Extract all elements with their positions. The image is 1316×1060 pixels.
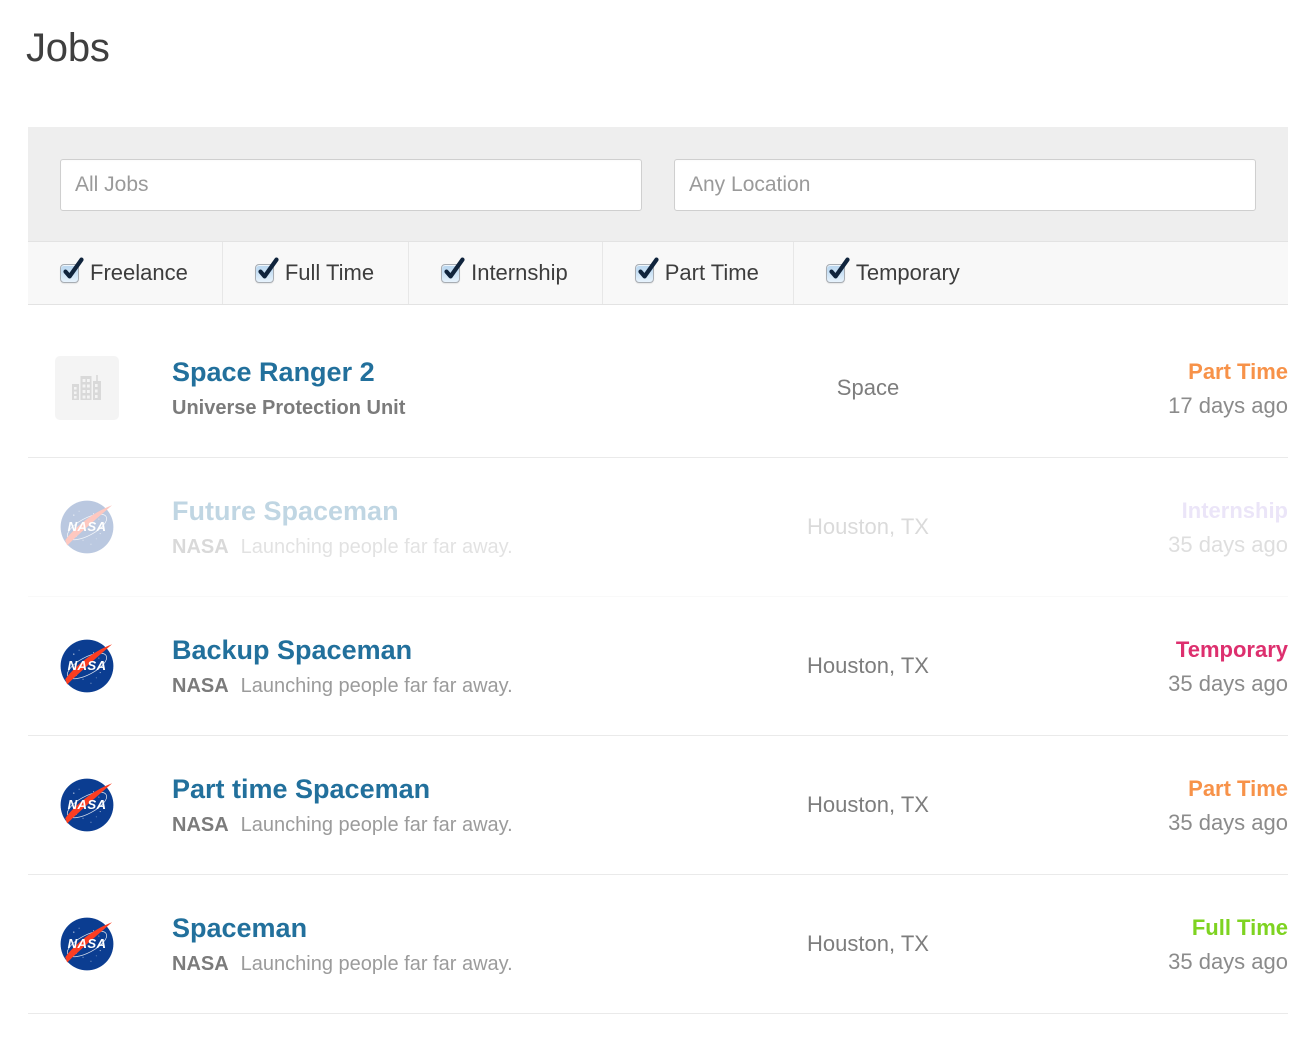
job-location: Houston, TX [728,513,1028,541]
company-name: NASA [172,536,229,558]
job-listing-row[interactable]: NASA Spaceman NASA Launching people far far… [28,875,1288,1014]
job-type-filter-temporary[interactable]: Temporary [794,242,994,304]
job-location: Space [728,374,1028,402]
checkmark-icon [254,258,280,284]
job-meta: Full Time 35 days ago [1028,913,1288,976]
svg-text:NASA: NASA [68,797,107,812]
job-company: NASA Launching people far far away. [172,673,728,699]
checkbox-part-time[interactable] [635,264,654,283]
job-listing-row[interactable]: NASA Part time Spaceman NASA Launching peop… [28,736,1288,875]
job-title-link[interactable]: Space Ranger 2 [172,355,728,389]
checkbox-full-time[interactable] [255,264,274,283]
company-logo-placeholder [55,356,119,420]
job-listing-row[interactable]: NASA Future Spaceman NASA Launching people … [28,458,1288,597]
job-title-link[interactable]: Future Spaceman [172,494,728,528]
job-position: Space Ranger 2 Universe Protection Unit [142,355,728,421]
checkmark-icon [825,258,851,284]
job-position: Future Spaceman NASA Launching people far … [142,494,728,560]
location-field-wrapper [674,159,1256,211]
nasa-logo: NASA [54,911,120,977]
job-company: NASA Launching people far far away. [172,812,728,838]
company-tagline: Launching people far far away. [241,814,513,836]
job-listing-row[interactable]: Space Ranger 2Universe Protection UnitSp… [28,319,1288,458]
company-name: Universe Protection Unit [172,397,405,419]
job-type-filter-freelance[interactable]: Freelance [28,242,223,304]
checkbox-freelance[interactable] [60,264,79,283]
company-tagline: Launching people far far away. [241,675,513,697]
job-title-link[interactable]: Backup Spaceman [172,633,728,667]
nasa-logo: NASA [54,494,120,560]
job-company: NASA Launching people far far away. [172,951,728,977]
job-type-badge: Full Time [1028,913,1288,943]
checkbox-temporary[interactable] [826,264,845,283]
job-company: Universe Protection Unit [172,395,728,421]
job-position: Spaceman NASA Launching people far far awa… [142,911,728,977]
job-type-filter-label: Part Time [665,261,759,285]
job-location: Houston, TX [728,791,1028,819]
job-position: Backup Spaceman NASA Launching people far … [142,633,728,699]
job-type-badge: Temporary [1028,635,1288,665]
search-location-input[interactable] [674,159,1256,211]
company-tagline: Launching people far far away. [241,953,513,975]
job-meta: Part Time 35 days ago [1028,774,1288,837]
job-filters: Freelance Full Time Internship Part Time Tem… [28,127,1288,305]
job-type-filter-label: Full Time [285,261,374,285]
job-date: 35 days ago [1028,809,1288,837]
checkmark-icon [440,258,466,284]
search-jobs-bar [28,127,1288,241]
job-title-link[interactable]: Part time Spaceman [172,772,728,806]
job-position: Part time Spaceman NASA Launching people f… [142,772,728,838]
job-listing-row[interactable]: NASA Backup Spaceman NASA Launching people … [28,597,1288,736]
job-title-link[interactable]: Spaceman [172,911,728,945]
job-date: 35 days ago [1028,531,1288,559]
company-tagline: Launching people far far away. [241,536,513,558]
job-meta: Internship 35 days ago [1028,496,1288,559]
company-logo: NASA [28,494,142,560]
job-type-badge: Part Time [1028,774,1288,804]
company-logo: NASA [28,633,142,699]
job-meta: Temporary 35 days ago [1028,635,1288,698]
job-date: 35 days ago [1028,948,1288,976]
job-date: 17 days ago [1028,392,1288,420]
job-type-filter-part-time[interactable]: Part Time [603,242,794,304]
page-title: Jobs [26,22,110,74]
job-type-badge: Part Time [1028,357,1288,387]
checkmark-icon [634,258,660,284]
checkmark-icon [59,258,85,284]
job-type-filter-label: Freelance [90,261,188,285]
keywords-field-wrapper [60,159,642,211]
job-company: NASA Launching people far far away. [172,534,728,560]
job-meta: Part Time 17 days ago [1028,357,1288,420]
nasa-logo: NASA [54,772,120,838]
job-type-filter-internship[interactable]: Internship [409,242,603,304]
job-listings: Space Ranger 2Universe Protection UnitSp… [28,319,1288,1014]
company-logo: NASA [28,772,142,838]
job-date: 35 days ago [1028,670,1288,698]
company-name: NASA [172,953,229,975]
job-type-filter-full-time[interactable]: Full Time [223,242,409,304]
company-logo: NASA [28,911,142,977]
jobs-page: Jobs Freelance Full Time Internship Part Ti… [0,0,1316,1060]
job-location: Houston, TX [728,930,1028,958]
nasa-logo: NASA [54,633,120,699]
job-type-filter-label: Temporary [856,261,960,285]
checkbox-internship[interactable] [441,264,460,283]
job-type-filter-list: Freelance Full Time Internship Part Time Tem… [28,241,1288,305]
company-name: NASA [172,675,229,697]
search-keywords-input[interactable] [60,159,642,211]
building-icon [70,371,104,405]
svg-text:NASA: NASA [68,519,107,534]
svg-text:NASA: NASA [68,658,107,673]
job-location: Houston, TX [728,652,1028,680]
svg-text:NASA: NASA [68,936,107,951]
job-type-filter-label: Internship [471,261,568,285]
job-type-badge: Internship [1028,496,1288,526]
company-logo [28,356,142,420]
company-name: NASA [172,814,229,836]
